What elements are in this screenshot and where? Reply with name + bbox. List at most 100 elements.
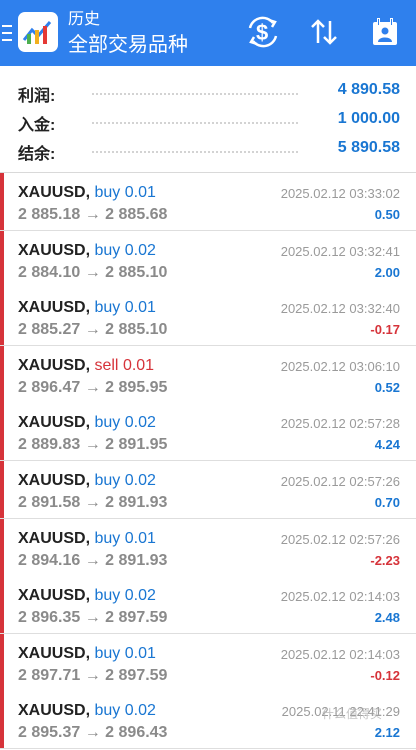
trade-prices: 2 891.58 → 2 891.93 [18,494,168,511]
trade-prices: 2 895.37 → 2 896.43 [18,724,168,742]
trade-symbol: XAUUSD, buy 0.02 [18,587,156,605]
trade-volume: 0.01 [124,644,156,662]
symbol-name: XAUUSD, [18,356,91,374]
trade-prices: 2 889.83 → 2 891.95 [18,436,168,454]
trade-symbol: XAUUSD, buy 0.02 [18,702,156,720]
trade-side: sell 0.01 [94,357,154,374]
symbol-name: XAUUSD, [18,644,91,662]
trade-profit: 4.24 [374,437,400,453]
trade-row[interactable]: XAUUSD, buy 0.02 2 891.58 → 2 891.93 2025.… [0,461,416,519]
trade-marker [0,288,4,346]
trade-time: 2025.02.12 02:57:26 [280,474,400,489]
trade-side-label: buy [94,529,121,547]
trade-marker [0,633,4,691]
trade-profit: -2.23 [370,552,400,568]
trade-time: 2025.02.12 03:32:40 [280,301,400,317]
trade-row[interactable]: XAUUSD, sell 0.01 2 896.47 → 2 895.95 2025… [0,345,416,404]
trade-symbol: XAUUSD, sell 0.01 [18,357,154,375]
trade-side-label: buy [94,702,121,720]
trade-profit: 2.00 [374,264,400,280]
trade-side: buy 0.02 [94,587,155,604]
dotted-leader [92,93,298,95]
currency-filter-icon[interactable]: $ [247,16,279,48]
trade-profit: 0.50 [374,207,400,222]
trade-profit: -0.17 [370,322,400,338]
symbol-name: XAUUSD, [18,587,91,605]
trade-volume: 0.01 [124,529,156,547]
trade-symbol: XAUUSD, buy 0.01 [18,184,156,202]
trade-side-label: buy [94,184,121,201]
trade-side-label: buy [94,414,121,432]
trade-prices: 2 897.71 → 2 897.59 [18,666,168,684]
trade-side: buy 0.01 [94,184,155,201]
symbol-filter-title[interactable]: 全部交易品种 [68,34,188,56]
symbol-name: XAUUSD, [18,184,91,201]
summary-value: 1 000.00 [337,110,400,127]
trade-marker [0,518,4,576]
trade-volume: 0.01 [124,299,156,317]
calendar-icon[interactable] [369,16,401,48]
trade-marker [0,403,4,461]
trade-row[interactable]: XAUUSD, buy 0.01 2 894.16 → 2 891.93 2025.… [0,518,416,577]
trade-prices: 2 896.47 → 2 895.95 [18,378,168,396]
app-bar: 历史 全部交易品种 $ [0,0,416,66]
summary-row-balance: 结余: 5 890.58 [0,134,416,164]
trade-time: 2025.02.12 02:57:28 [280,416,400,432]
trade-row[interactable]: XAUUSD, buy 0.02 2 884.10 → 2 885.10 2025.… [0,230,416,289]
trade-side: buy 0.01 [94,530,155,547]
trade-row[interactable]: XAUUSD, buy 0.01 2 885.27 → 2 885.10 2025.… [0,288,416,347]
symbol-name: XAUUSD, [18,472,91,489]
trade-symbol: XAUUSD, buy 0.01 [18,530,156,548]
trade-marker [0,461,4,518]
trade-marker [0,576,4,634]
menu-icon[interactable] [2,25,12,41]
trade-profit: 2.48 [374,610,400,626]
summary-row-deposit: 入金: 1 000.00 [0,105,416,135]
app-logo-icon[interactable] [18,12,58,52]
screen-subtitle: 历史 [68,11,101,28]
trade-prices: 2 896.35 → 2 897.59 [18,609,168,627]
trade-row[interactable]: XAUUSD, buy 0.01 2 885.18 → 2 885.68 2025.… [0,173,416,231]
trade-marker [0,230,4,288]
summary-value: 5 890.58 [337,139,400,156]
trade-volume: 0.02 [124,241,156,259]
trade-side-label: buy [94,472,121,489]
trade-volume: 0.02 [124,472,156,489]
symbol-name: XAUUSD, [18,241,91,259]
trade-profit: 0.52 [374,379,400,395]
trade-marker [0,173,4,230]
trade-symbol: XAUUSD, buy 0.01 [18,299,156,317]
trade-prices: 2 884.10 → 2 885.10 [18,263,168,281]
trade-prices: 2 885.18 → 2 885.68 [18,206,168,223]
trade-side: buy 0.02 [94,242,155,259]
dotted-leader [92,122,298,124]
trade-volume: 0.01 [122,356,155,374]
trade-prices: 2 885.27 → 2 885.10 [18,321,168,339]
summary-label: 利润: [18,88,56,105]
trade-volume: 0.02 [124,587,156,605]
sort-icon[interactable] [308,16,340,48]
trade-symbol: XAUUSD, buy 0.01 [18,645,156,663]
summary-label: 结余: [18,146,56,163]
trade-prices: 2 894.16 → 2 891.93 [18,551,168,569]
symbol-name: XAUUSD, [18,414,91,432]
trade-volume: 0.02 [124,414,156,432]
trade-symbol: XAUUSD, buy 0.02 [18,472,156,490]
trade-row[interactable]: XAUUSD, buy 0.01 2 897.71 → 2 897.59 2025.… [0,633,416,692]
trade-time: 2025.02.12 03:32:41 [280,243,400,259]
trade-side: buy 0.02 [94,472,155,489]
trade-time: 2025.02.12 02:14:03 [280,589,400,605]
trade-time: 2025.02.12 03:33:02 [280,186,400,201]
trade-marker [0,691,4,749]
account-summary: 利润: 4 890.58 入金: 1 000.00 结余: 5 890.58 [0,66,416,173]
trade-symbol: XAUUSD, buy 0.02 [18,414,156,432]
trade-row[interactable]: XAUUSD, buy 0.02 2 889.83 → 2 891.95 2025.… [0,403,416,462]
trade-side: buy 0.01 [94,299,155,316]
trade-row[interactable]: XAUUSD, buy 0.02 2 896.35 → 2 897.59 2025.… [0,576,416,635]
trade-time: 2025.02.12 02:57:26 [280,531,400,547]
svg-text:$: $ [256,20,268,45]
symbol-name: XAUUSD, [18,529,91,547]
trade-side-label: buy [94,299,121,317]
symbol-name: XAUUSD, [18,299,91,317]
trade-marker [0,345,4,403]
